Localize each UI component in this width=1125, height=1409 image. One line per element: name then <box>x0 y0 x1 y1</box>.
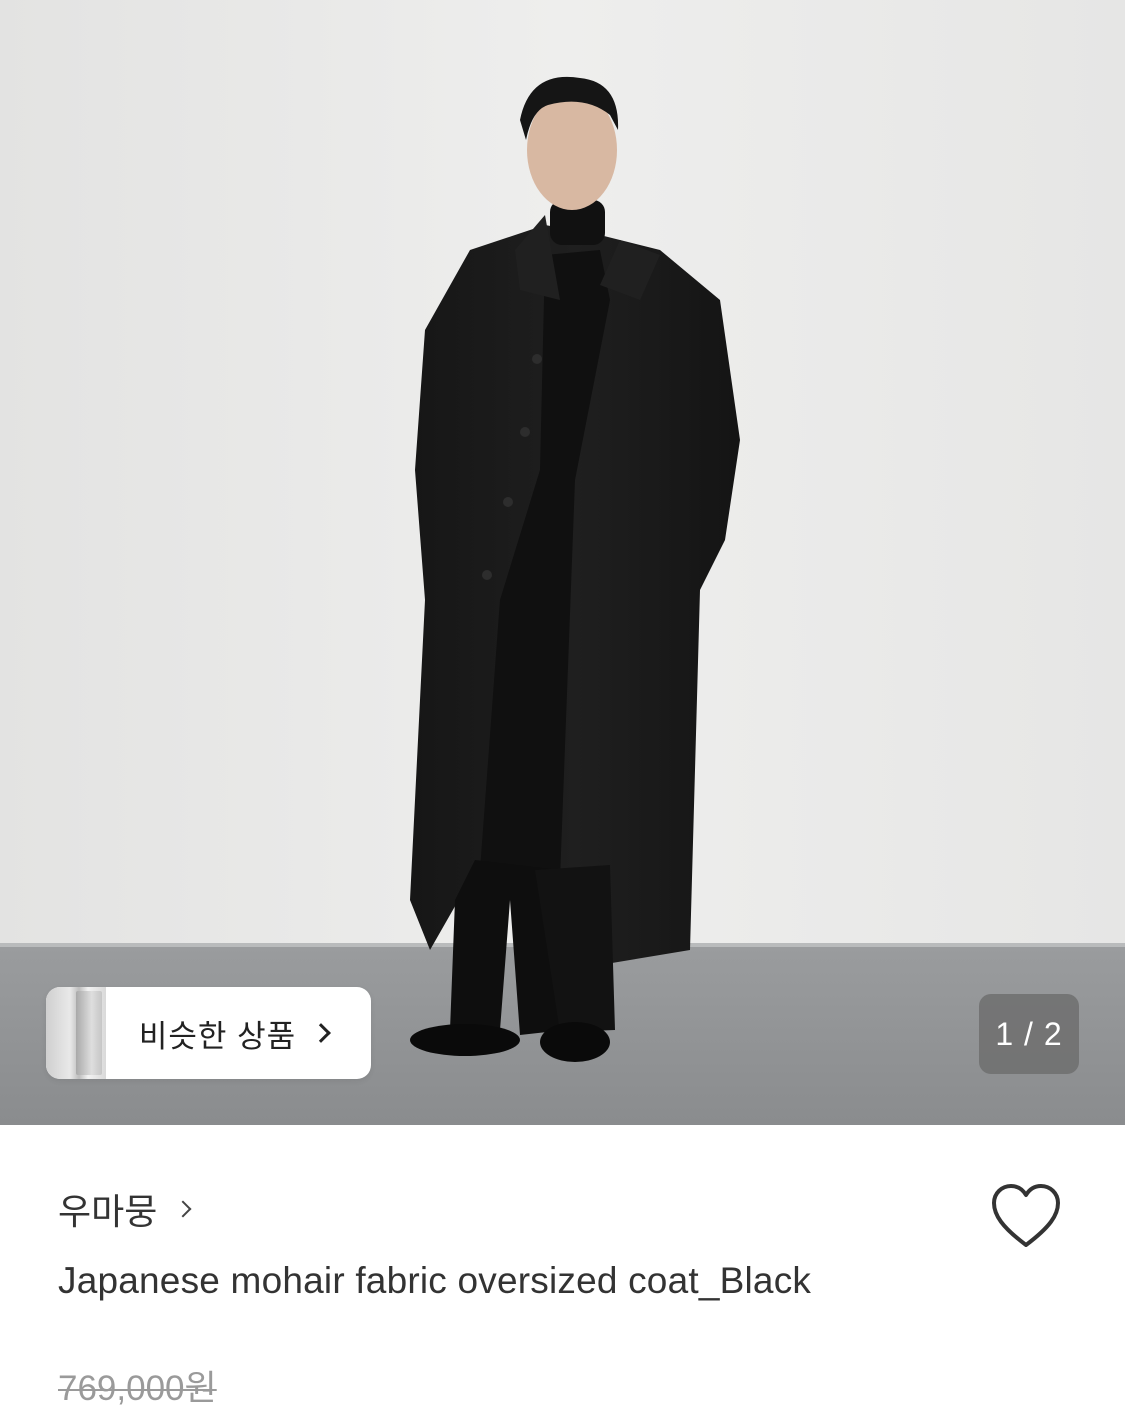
product-title: Japanese mohair fabric oversized coat_Bl… <box>58 1260 812 1301</box>
product-photo <box>0 0 1125 1125</box>
brand-link[interactable]: 우마뭉 <box>58 1183 192 1235</box>
similar-products-label-wrap: 비슷한 상품 <box>106 1011 371 1056</box>
product-image-gallery[interactable]: 비슷한 상품 1 / 2 <box>0 0 1125 1125</box>
original-price: 769,000원 <box>58 1369 217 1408</box>
chevron-right-icon <box>311 1023 332 1043</box>
heart-outline-icon[interactable] <box>990 1183 1062 1249</box>
product-info: 우마뭉 Japanese mohair fabric oversized coa… <box>0 1125 1125 1409</box>
image-counter: 1 / 2 <box>979 994 1079 1074</box>
chevron-right-icon <box>174 1200 192 1218</box>
brand-name: 우마뭉 <box>58 1191 158 1232</box>
similar-products-button[interactable]: 비슷한 상품 <box>46 987 371 1079</box>
similar-products-label: 비슷한 상품 <box>138 1018 297 1054</box>
similar-product-thumbnail <box>46 987 106 1079</box>
